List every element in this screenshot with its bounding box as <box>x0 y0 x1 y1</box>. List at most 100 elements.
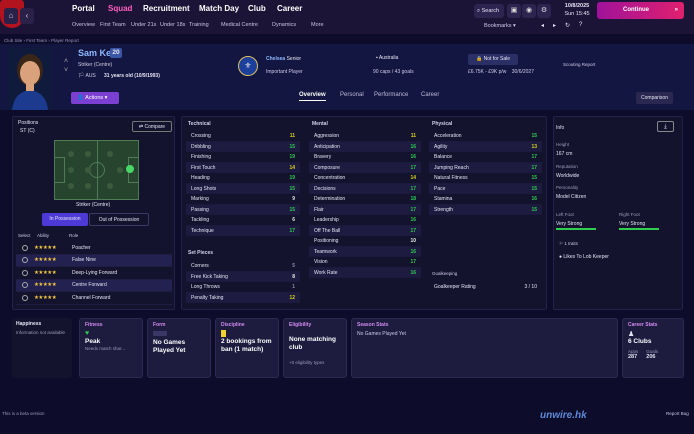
squad-icon[interactable]: ◉ <box>522 4 536 18</box>
attribute-row[interactable]: Aggression 11 <box>309 131 421 142</box>
radio-button[interactable] <box>22 244 28 251</box>
attribute-row[interactable]: Off The Ball 17 <box>309 225 421 236</box>
attribute-row[interactable]: Jumping Reach 17 <box>429 162 542 173</box>
attribute-row[interactable]: Pace 15 <box>429 183 542 194</box>
tab-career[interactable]: Career <box>277 4 302 13</box>
discipline-card[interactable]: Discipline 2 bookings from ban (1 match) <box>215 318 279 378</box>
subtab-training[interactable]: Training <box>189 22 209 28</box>
tab-career[interactable]: Career <box>421 92 439 98</box>
season-stats-card[interactable]: Season Stats No Games Played Yet <box>351 318 618 378</box>
career-stats-card[interactable]: Career Stats ♟ 6 Clubs Apps 287 Goals 206 <box>622 318 684 378</box>
attribute-row[interactable]: Technique 17 <box>186 225 300 236</box>
right-foot-bar <box>619 228 659 230</box>
tab-squad[interactable]: Squad <box>108 4 132 13</box>
history-icon[interactable]: ↻ <box>565 22 570 29</box>
attribute-row[interactable]: Teamwork 16 <box>309 246 421 257</box>
attribute-row[interactable]: Vision 17 <box>309 257 421 268</box>
radio-button[interactable] <box>22 269 28 276</box>
club-badge-icon[interactable]: ⚜ <box>238 56 258 76</box>
tab-portal[interactable]: Portal <box>72 4 95 13</box>
attribute-row[interactable]: Work Rate 16 <box>309 267 421 278</box>
attribute-row[interactable]: Dribbling 15 <box>186 141 300 152</box>
form-card[interactable]: Form No Games Played Yet <box>147 318 211 378</box>
tab-match-day[interactable]: Match Day <box>199 4 239 13</box>
subtab-more[interactable]: More <box>311 22 324 28</box>
inbox-icon[interactable]: ▣ <box>507 4 521 18</box>
attribute-row[interactable]: Concentration 14 <box>309 173 421 184</box>
tab-personal[interactable]: Personal <box>340 92 364 98</box>
tab-club[interactable]: Club <box>248 4 266 13</box>
attribute-row[interactable]: Penalty Taking 12 <box>186 292 300 303</box>
tab-recruitment[interactable]: Recruitment <box>143 4 190 13</box>
attribute-row[interactable]: Anticipation 16 <box>309 141 421 152</box>
happiness-card[interactable]: Happiness Information not available <box>12 318 72 378</box>
attribute-row[interactable]: Heading 19 <box>186 173 300 184</box>
eligibility-card[interactable]: Eligibility None matching club +0 eligib… <box>283 318 347 378</box>
back-nav-icon[interactable]: ◂ <box>541 22 544 29</box>
attribute-row[interactable]: Agility 13 <box>429 141 542 152</box>
report-bug-link[interactable]: Report Bug <box>666 411 689 416</box>
tab-overview[interactable]: Overview <box>299 92 326 101</box>
role-row[interactable]: ★★★★★ Deep-Lying Forward <box>16 267 172 280</box>
attribute-row[interactable]: Free Kick Taking 8 <box>186 271 300 282</box>
out-of-possession-toggle[interactable]: Out of Possession <box>89 213 149 226</box>
attribute-row[interactable]: Determination 18 <box>309 194 421 205</box>
comparison-button[interactable]: Comparison <box>636 92 673 104</box>
bookmarks-button[interactable]: Bookmarks ▾ <box>484 23 516 29</box>
settings-icon[interactable]: ⚙ <box>537 4 551 18</box>
help-icon[interactable]: ? <box>579 22 582 28</box>
attribute-row[interactable]: Long Shots 15 <box>186 183 300 194</box>
wage-value: £6.75K - £9K p/w <box>468 69 507 75</box>
breadcrumb[interactable]: Club Site › First Team › Player Report <box>4 38 79 43</box>
expand-icon[interactable]: ⤓ <box>657 121 674 132</box>
compare-button[interactable]: ⇄ Compare <box>132 121 172 132</box>
attribute-row[interactable]: Composure 17 <box>309 162 421 173</box>
role-row[interactable]: ★★★★★ False Nine <box>16 254 172 267</box>
radio-button[interactable] <box>22 257 28 264</box>
club-name[interactable]: Chelsea <box>266 56 285 62</box>
back-icon[interactable]: ‹ <box>20 8 34 24</box>
attribute-row[interactable]: Crossing 11 <box>186 131 300 142</box>
subtab-medical-centre[interactable]: Medical Centre <box>221 22 258 28</box>
subtab-under-18s[interactable]: Under 18s <box>160 22 185 28</box>
attribute-row[interactable]: First Touch 14 <box>186 162 300 173</box>
subtab-first-team[interactable]: First Team <box>100 22 126 28</box>
attribute-row[interactable]: Leadership 16 <box>309 215 421 226</box>
in-possession-toggle[interactable]: In Possession <box>42 213 88 226</box>
role-row[interactable]: ★★★★★ Centre Forward <box>16 279 172 292</box>
attribute-row[interactable]: Marking 9 <box>186 194 300 205</box>
date-display[interactable]: 10/8/2025 Sun 15:45 <box>562 2 592 20</box>
attribute-row[interactable]: Balance 17 <box>429 152 542 163</box>
attribute-row[interactable]: Stamina 16 <box>429 194 542 205</box>
attribute-row[interactable]: Tackling 6 <box>186 215 300 226</box>
home-icon[interactable]: ⌂ <box>4 8 18 24</box>
attribute-row[interactable]: Finishing 19 <box>186 152 300 163</box>
attribute-row[interactable]: Positioning 10 <box>309 236 421 247</box>
forward-nav-icon[interactable]: ▸ <box>553 22 556 29</box>
attribute-row[interactable]: Decisions 17 <box>309 183 421 194</box>
role-row[interactable]: ★★★★★ Poacher <box>16 242 172 255</box>
subtab-under-21s[interactable]: Under 21s <box>131 22 156 28</box>
attribute-row[interactable]: Natural Fitness 15 <box>429 173 542 184</box>
subtab-dynamics[interactable]: Dynamics <box>272 22 296 28</box>
scouting-report-link[interactable]: Scouting Report <box>563 62 595 67</box>
expand-down-icon[interactable]: ˅ <box>64 67 68 74</box>
attribute-row[interactable]: Acceleration 15 <box>429 131 542 142</box>
tab-performance[interactable]: Performance <box>374 92 408 98</box>
radio-button[interactable] <box>22 282 28 289</box>
attribute-row[interactable]: Flair 17 <box>309 204 421 215</box>
attribute-row[interactable]: Corners 5 <box>186 261 300 272</box>
attribute-row[interactable]: Long Throws 1 <box>186 282 300 293</box>
subtab-overview[interactable]: Overview <box>72 22 95 28</box>
actions-button[interactable]: 👤 Actions ▾ <box>71 92 119 104</box>
attribute-row[interactable]: Passing 15 <box>186 204 300 215</box>
role-row[interactable]: ★★★★★ Channel Forward <box>16 292 172 305</box>
search-button[interactable]: ⌕ Search <box>474 4 504 18</box>
continue-button[interactable]: Continue » <box>597 2 684 19</box>
fitness-card[interactable]: Fitness ♥ Peak Needs match shar... <box>79 318 143 378</box>
attribute-value: 15 <box>531 206 537 213</box>
radio-button[interactable] <box>22 294 28 301</box>
attribute-row[interactable]: Strength 15 <box>429 204 542 215</box>
attribute-row[interactable]: Bravery 16 <box>309 152 421 163</box>
expand-up-icon[interactable]: ˄ <box>64 58 68 65</box>
